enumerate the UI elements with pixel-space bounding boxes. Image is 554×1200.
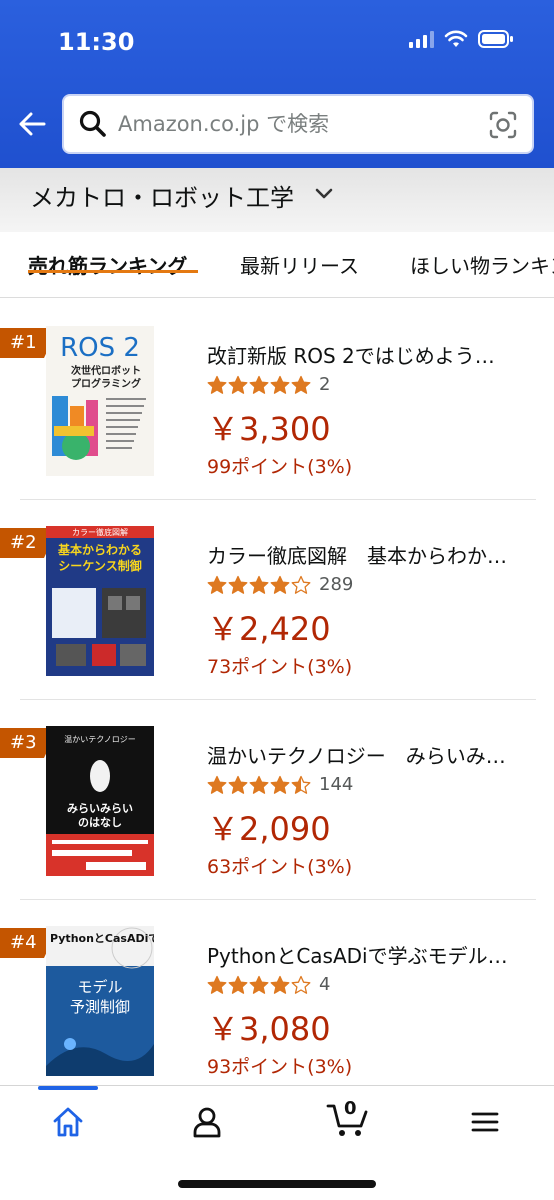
stars-icon (207, 775, 311, 795)
stars-icon (207, 575, 311, 595)
item-title[interactable]: 改訂新版 ROS 2ではじめよう… (207, 340, 532, 369)
item-points: 93ポイント(3%) (207, 1056, 353, 1078)
book-cover-image[interactable]: 温かいテクノロジーみらいみらい のはなし (46, 726, 154, 876)
active-tab-underline (28, 270, 198, 273)
tab-wishlist-ranking[interactable]: ほしい物ランキング (410, 250, 554, 279)
category-selector[interactable]: メカトロ・ロボット工学 (0, 168, 554, 232)
cart-count: 0 (344, 1098, 357, 1119)
menu-icon[interactable] (467, 1104, 503, 1140)
cover-line3: のはなし (78, 816, 122, 829)
book-cover-image[interactable]: ROS 2 次世代ロボット プログラミング (46, 326, 154, 476)
star-rating[interactable]: 4 (207, 974, 330, 995)
cover-line3: プログラミング (71, 377, 141, 390)
wifi-icon (444, 30, 468, 47)
cover-line3: 予測制御 (70, 998, 130, 1016)
rank-label: #3 (10, 732, 37, 753)
back-arrow-icon[interactable] (14, 106, 50, 142)
rating-count: 289 (319, 574, 354, 595)
home-icon[interactable] (50, 1104, 86, 1140)
status-time: 11:30 (58, 28, 135, 56)
rank-label: #1 (10, 332, 37, 353)
battery-icon (478, 30, 513, 48)
book-cover-image[interactable]: カラー徹底図解基本からわかる シーケンス制御 (46, 526, 154, 676)
item-price: ￥3,300 (207, 410, 331, 448)
search-icon (79, 110, 106, 137)
chevron-down-icon (315, 188, 333, 199)
cover-line1: ROS 2 (60, 333, 140, 363)
cart-button[interactable]: 0 (326, 1098, 370, 1140)
item-points: 63ポイント(3%) (207, 856, 353, 878)
search-input[interactable] (118, 112, 468, 136)
rank-label: #2 (10, 532, 37, 553)
item-points: 99ポイント(3%) (207, 456, 353, 478)
rating-count: 2 (319, 374, 331, 395)
star-rating[interactable]: 289 (207, 574, 353, 595)
item-price: ￥3,080 (207, 1010, 331, 1048)
home-indicator (178, 1180, 376, 1188)
category-title: メカトロ・ロボット工学 (30, 184, 294, 212)
status-icons (409, 30, 514, 48)
search-bar[interactable] (62, 94, 534, 154)
cover-line1: カラー徹底図解 (72, 527, 128, 537)
app-header: 11:30 (0, 0, 554, 168)
cover-line2: みらいみらい (67, 802, 133, 815)
item-price: ￥2,420 (207, 610, 331, 648)
item-title[interactable]: PythonとCasADiで学ぶモデル… (207, 940, 532, 969)
ranking-tabs: 売れ筋ランキング 最新リリース ほしい物ランキング (0, 232, 554, 298)
tab-new-releases[interactable]: 最新リリース (240, 250, 359, 279)
cover-line3: シーケンス制御 (58, 558, 141, 573)
cover-line2: モデル (77, 978, 122, 996)
item-points: 73ポイント(3%) (207, 656, 353, 678)
tab-bestsellers[interactable]: 売れ筋ランキング (28, 250, 187, 279)
item-title[interactable]: カラー徹底図解 基本からわか… (207, 540, 532, 569)
rating-count: 4 (319, 974, 331, 995)
rating-count: 144 (319, 774, 354, 795)
active-nav-indicator (38, 1086, 98, 1090)
cover-line2: 次世代ロボット (71, 364, 141, 377)
star-rating[interactable]: 2 (207, 374, 330, 395)
star-rating[interactable]: 144 (207, 774, 353, 795)
book-cover-image[interactable]: PythonとCasADiで学ぶモデル予測制御 (46, 926, 154, 1076)
ranking-item-4[interactable]: #4 PythonとCasADiで学ぶモデル予測制御 PythonとCasADi… (0, 900, 554, 1100)
item-price: ￥2,090 (207, 810, 331, 848)
account-icon[interactable] (189, 1104, 225, 1140)
cover-line1: 温かいテクノロジー (64, 735, 136, 744)
cellular-signal-icon (409, 30, 434, 48)
camera-scan-icon[interactable] (488, 110, 518, 140)
cover-line1: PythonとCasADiで学ぶ (50, 931, 154, 945)
cover-line2: 基本からわかる (57, 542, 142, 557)
ranking-item-3[interactable]: #3 温かいテクノロジーみらいみらい のはなし 温かいテクノロジー みらいみ… 1… (0, 700, 554, 900)
item-title[interactable]: 温かいテクノロジー みらいみ… (207, 740, 532, 769)
stars-icon (207, 975, 311, 995)
ranking-item-1[interactable]: #1 ROS 2 次世代ロボット プログラミング 改訂新版 ROS 2ではじめよう…… (0, 300, 554, 500)
ranking-item-2[interactable]: #2 カラー徹底図解基本からわかる シーケンス制御 カラー徹底図解 基本からわか…… (0, 500, 554, 700)
stars-icon (207, 375, 311, 395)
rank-label: #4 (10, 932, 37, 953)
